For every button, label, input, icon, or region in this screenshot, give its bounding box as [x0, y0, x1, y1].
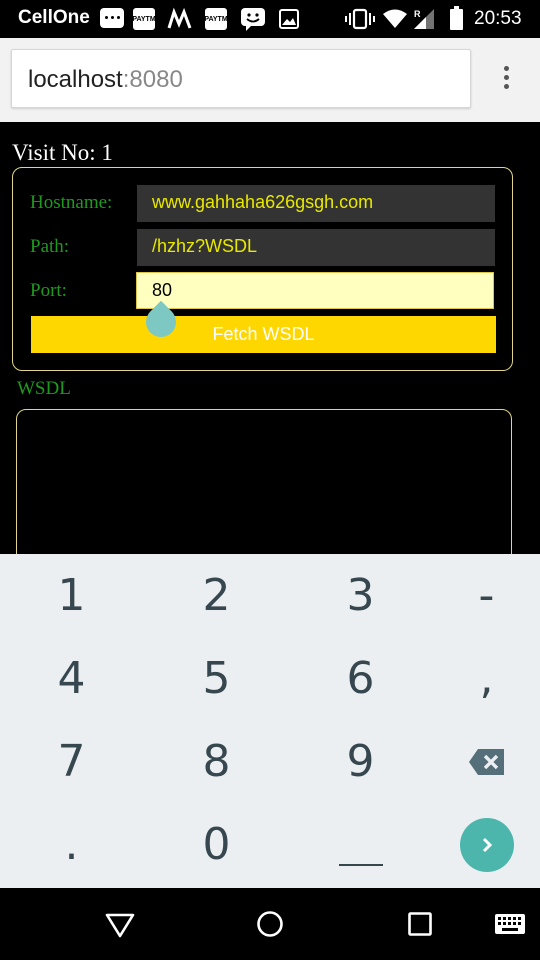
overflow-menu-icon[interactable] [496, 66, 516, 96]
path-input[interactable]: /hzhz?WSDL [137, 229, 495, 266]
wsdl-output-area[interactable] [16, 409, 512, 569]
url-bar[interactable]: localhost:8080 [11, 49, 471, 108]
visit-counter: Visit No: 1 [12, 140, 113, 165]
image-icon [279, 9, 299, 29]
paytm-icon-2: PAYTM [204, 8, 228, 30]
carrier-name: CellOne [18, 7, 90, 28]
home-icon[interactable] [256, 910, 284, 938]
battery-icon [450, 6, 463, 30]
browser-toolbar: localhost:8080 [0, 38, 540, 122]
chevron-right-icon [459, 817, 514, 872]
url-host: localhost [28, 66, 123, 93]
message-icon [100, 8, 124, 28]
key-8[interactable]: 8 [149, 720, 284, 803]
recents-icon[interactable] [408, 912, 432, 936]
wifi-icon [382, 9, 408, 29]
keyboard-switch-icon[interactable] [494, 913, 526, 935]
url-port: :8080 [122, 66, 183, 93]
backspace-key[interactable] [419, 720, 540, 803]
numeric-keyboard: 1 2 3 - 4 5 6 , 7 8 9 . 0 [0, 554, 540, 888]
signal-icon: R [412, 8, 436, 30]
hostname-input[interactable]: www.gahhaha626gsgh.com [137, 185, 495, 222]
key-1[interactable]: 1 [4, 554, 139, 637]
wsdl-label: WSDL [17, 378, 71, 399]
hostname-label: Hostname: [30, 192, 113, 213]
key-5[interactable]: 5 [149, 637, 284, 720]
space-key[interactable] [293, 803, 428, 886]
vibrate-icon [345, 8, 375, 30]
key-6[interactable]: 6 [293, 637, 428, 720]
myntra-icon [166, 6, 194, 32]
web-page: Visit No: 1 Hostname: www.gahhaha626gsgh… [0, 122, 540, 569]
key-dash[interactable]: - [419, 554, 540, 637]
port-label: Port: [30, 280, 67, 301]
key-9[interactable]: 9 [293, 720, 428, 803]
key-0[interactable]: 0 [149, 803, 284, 886]
key-period[interactable]: . [4, 803, 139, 886]
paytm-icon: PAYTM [132, 8, 156, 30]
path-label: Path: [30, 236, 70, 257]
key-7[interactable]: 7 [4, 720, 139, 803]
chat-smiley-icon [240, 7, 266, 31]
key-4[interactable]: 4 [4, 637, 139, 720]
status-clock: 20:53 [474, 8, 522, 29]
back-icon[interactable] [104, 912, 136, 938]
port-input[interactable]: 80 [136, 272, 494, 309]
space-bar-icon [338, 863, 383, 866]
go-key[interactable] [419, 803, 540, 886]
url-text: localhost:8080 [28, 66, 183, 94]
key-comma[interactable]: , [419, 637, 540, 720]
svg-text:R: R [414, 9, 421, 19]
status-bar: CellOne PAYTM PAYTM R 20:53 [0, 0, 540, 38]
fetch-wsdl-button[interactable]: Fetch WSDL [31, 316, 496, 353]
key-3[interactable]: 3 [293, 554, 428, 637]
system-nav-bar [0, 888, 540, 960]
backspace-icon [468, 748, 504, 775]
key-2[interactable]: 2 [149, 554, 284, 637]
wsdl-request-form: Hostname: www.gahhaha626gsgh.com Path: /… [12, 167, 513, 371]
